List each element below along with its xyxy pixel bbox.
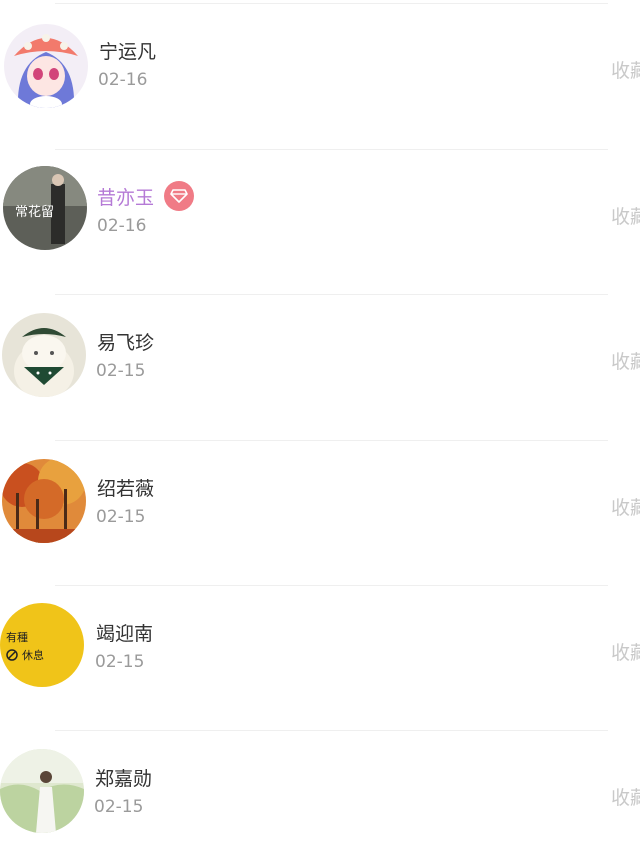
list-item[interactable]: 有種 休息 竭迎南 02-15 收藏 bbox=[0, 586, 640, 732]
list-item[interactable]: 易飞珍 02-15 收藏 bbox=[0, 295, 640, 441]
anime-girl-avatar-icon[interactable] bbox=[4, 24, 88, 108]
timestamp: 02-16 bbox=[97, 216, 147, 236]
avatar-text: 有種 bbox=[6, 630, 28, 644]
user-name[interactable]: 竭迎南 bbox=[96, 619, 153, 646]
timestamp: 02-15 bbox=[95, 652, 145, 672]
yellow-text-avatar-icon[interactable]: 有種 休息 bbox=[0, 603, 84, 687]
favorite-button[interactable]: 收藏 bbox=[611, 56, 640, 83]
timestamp: 02-16 bbox=[98, 70, 148, 90]
autumn-forest-avatar-icon[interactable] bbox=[2, 459, 86, 543]
avatar-text: 常花留 bbox=[15, 204, 54, 220]
user-name[interactable]: 易飞珍 bbox=[97, 328, 154, 355]
favorite-button[interactable]: 收藏 bbox=[611, 783, 640, 810]
list-item[interactable]: 宁运凡 02-16 收藏 bbox=[0, 4, 640, 150]
timestamp: 02-15 bbox=[96, 361, 146, 381]
timestamp: 02-15 bbox=[96, 507, 146, 527]
user-name[interactable]: 郑嘉勋 bbox=[95, 764, 152, 791]
user-name[interactable]: 绍若薇 bbox=[97, 474, 154, 501]
cat-avatar-icon[interactable] bbox=[2, 313, 86, 397]
avatar-text: 休息 bbox=[22, 648, 44, 662]
user-name[interactable]: 宁运凡 bbox=[99, 37, 156, 64]
timestamp: 02-15 bbox=[94, 797, 144, 817]
favorite-button[interactable]: 收藏 bbox=[611, 493, 640, 520]
list-item[interactable]: 常花留 昔亦玉 02-16 收藏 bbox=[0, 150, 640, 296]
list-item[interactable]: 绍若薇 02-15 收藏 bbox=[0, 441, 640, 587]
user-name[interactable]: 昔亦玉 bbox=[97, 183, 154, 210]
favorite-button[interactable]: 收藏 bbox=[611, 347, 640, 374]
photo-avatar-icon[interactable]: 常花留 bbox=[3, 166, 87, 250]
favorite-button[interactable]: 收藏 bbox=[611, 202, 640, 229]
list-item[interactable]: 郑嘉勋 02-15 收藏 bbox=[0, 731, 640, 853]
diamond-icon bbox=[164, 181, 195, 211]
follower-list: 宁运凡 02-16 收藏 常花留 昔亦玉 02-16 收藏 易飞珍 02-15 … bbox=[0, 0, 640, 853]
girl-in-field-avatar-icon[interactable] bbox=[0, 749, 84, 833]
favorite-button[interactable]: 收藏 bbox=[611, 638, 640, 665]
